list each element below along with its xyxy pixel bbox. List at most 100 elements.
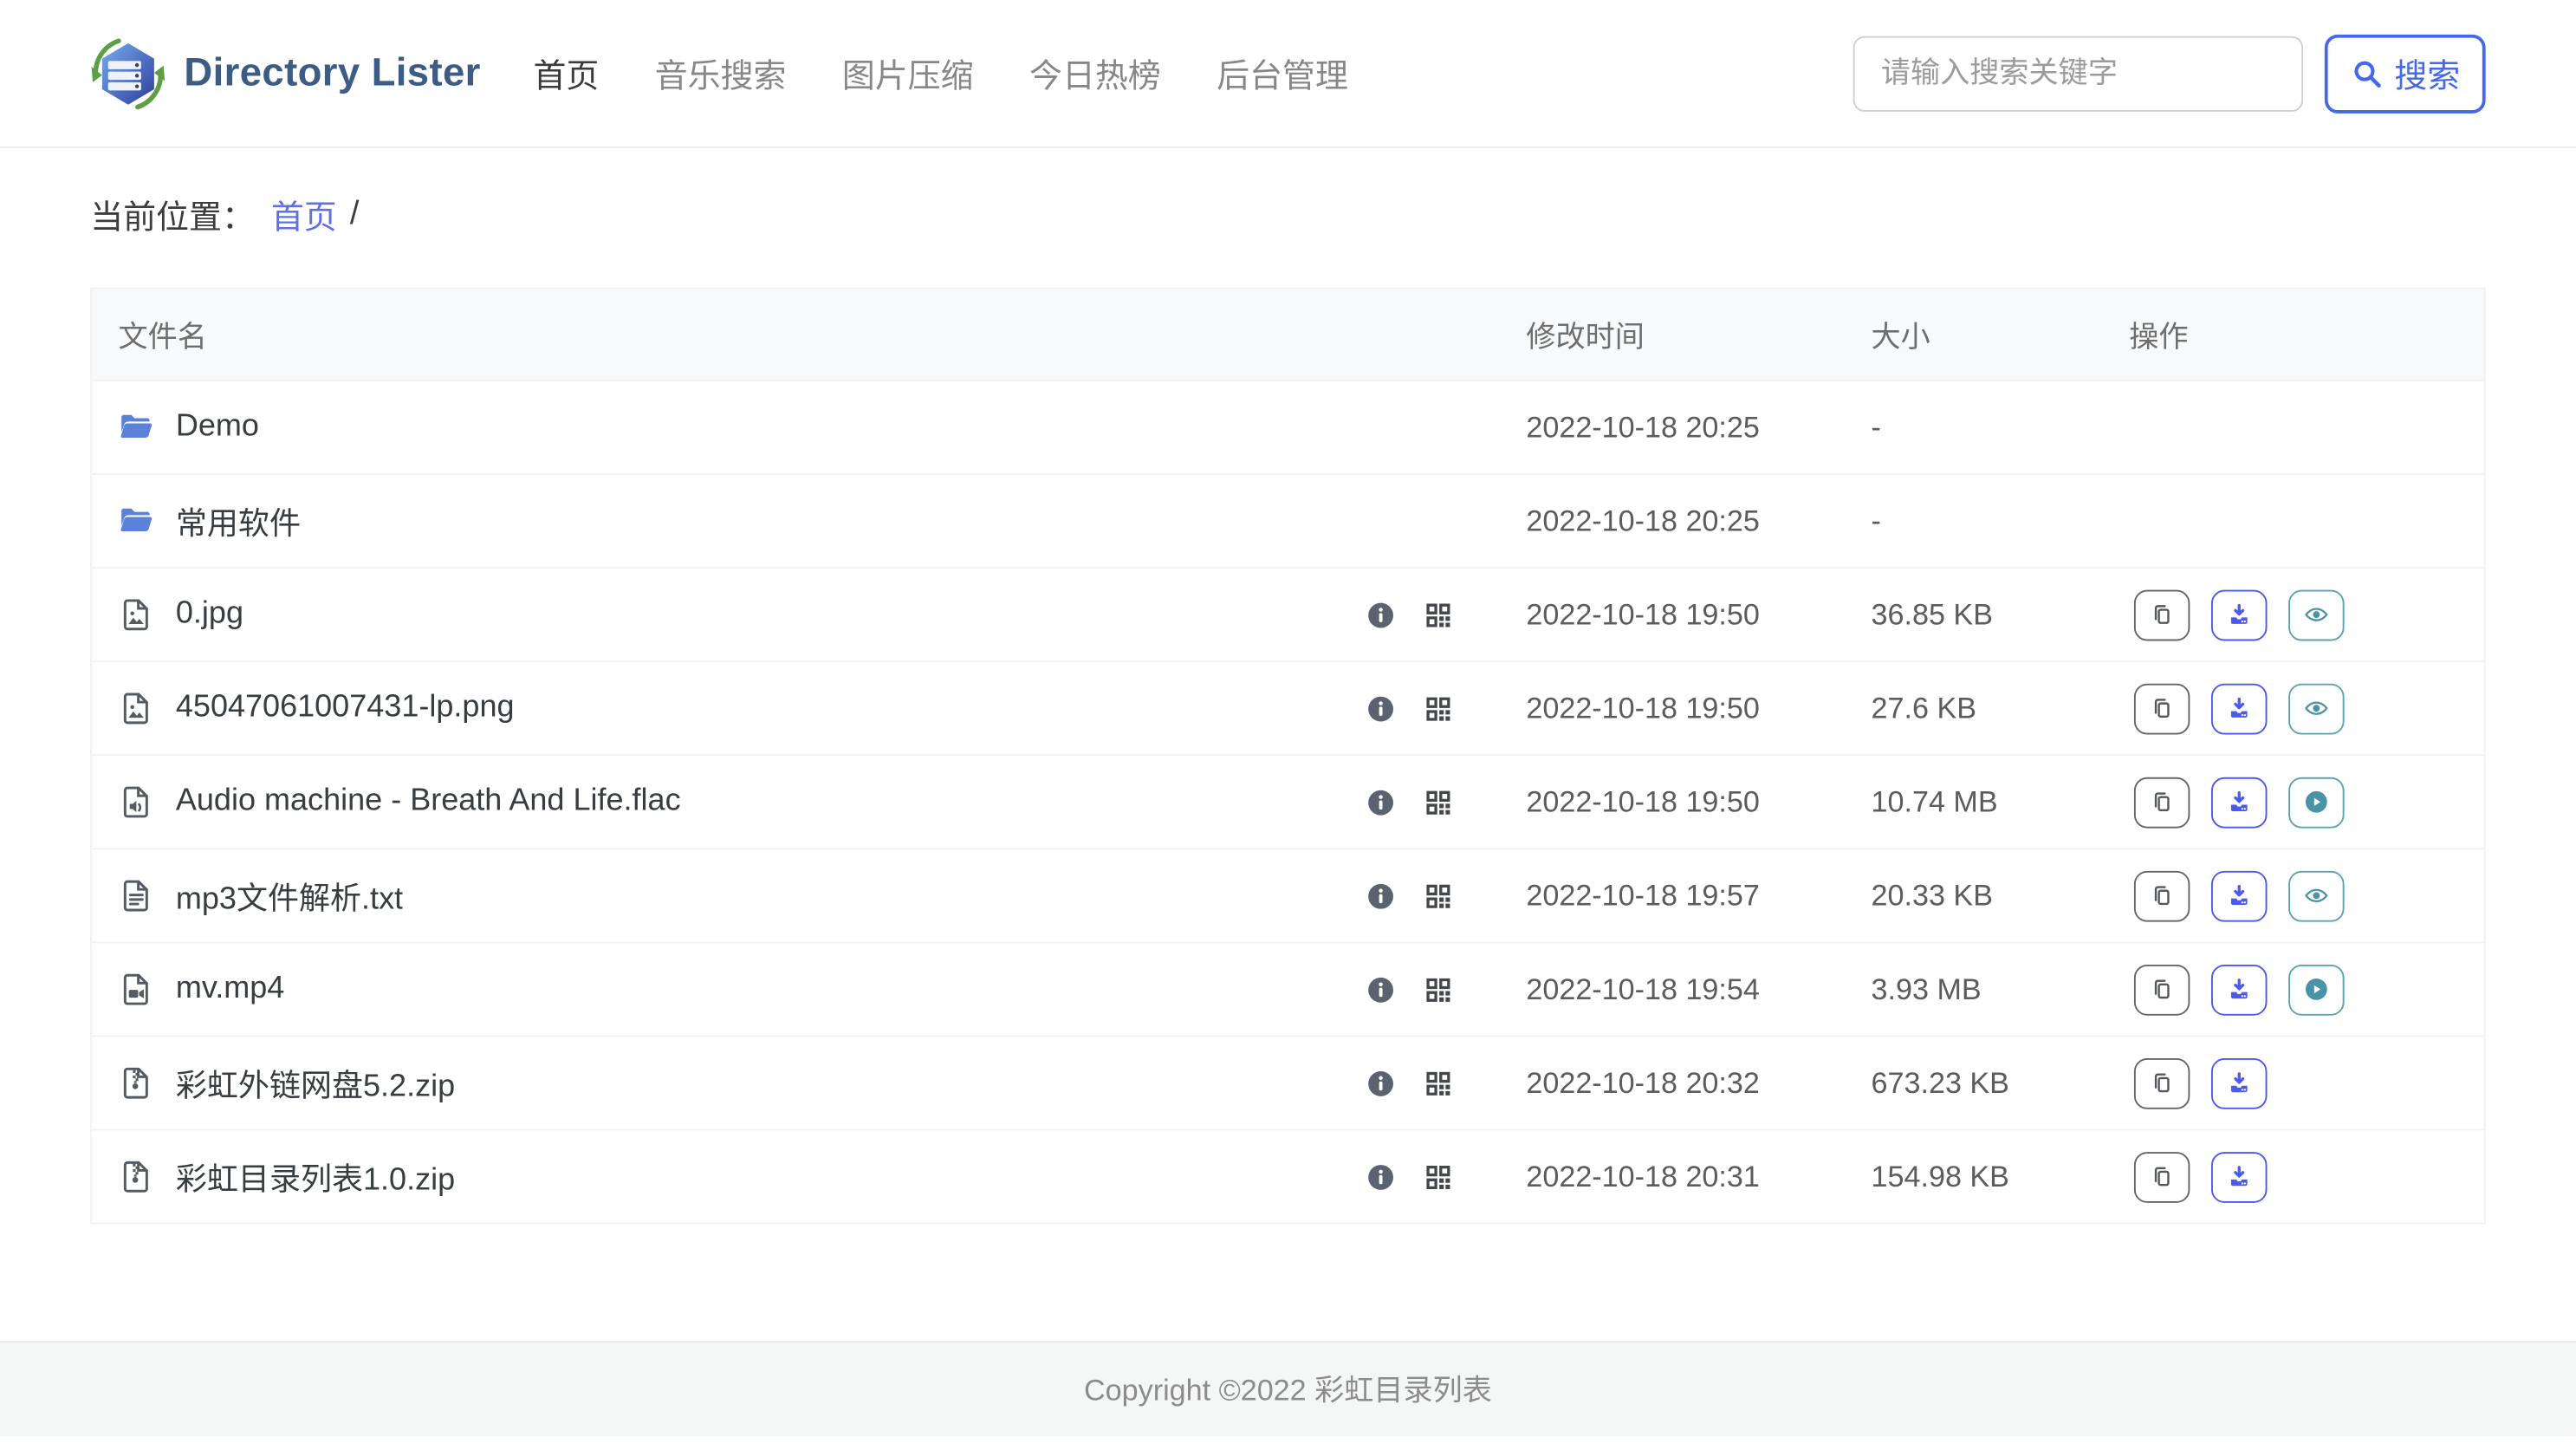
copy-link-button[interactable] <box>2133 776 2190 828</box>
file-size: 36.85 KB <box>1871 597 1993 631</box>
nav-item-3[interactable]: 图片压缩 <box>842 49 974 97</box>
table-row: mp3文件解析.txt 2022-10-18 19:57 20.33 KB <box>92 848 2484 942</box>
file-size: 27.6 KB <box>1871 691 1976 725</box>
qrcode-icon[interactable] <box>1423 973 1454 1005</box>
file-actions <box>2129 1151 2484 1202</box>
search-icon <box>2350 56 2383 89</box>
preview-button[interactable] <box>2288 869 2345 921</box>
breadcrumb-home-link[interactable]: 首页 <box>271 191 337 238</box>
copyright-text: Copyright ©2022 彩虹目录列表 <box>1084 1374 1492 1407</box>
download-button[interactable] <box>2211 776 2268 828</box>
table-row: Audio machine - Breath And Life.flac 202… <box>92 754 2484 849</box>
search-input[interactable] <box>1853 35 2304 111</box>
file-name-cell: 45047061007431-lp.png <box>92 690 1526 726</box>
nav-item-1[interactable]: 首页 <box>533 49 599 97</box>
file-name-link[interactable]: 彩虹目录列表1.0.zip <box>176 1154 455 1199</box>
info-icon[interactable] <box>1366 599 1397 630</box>
play-button[interactable] <box>2288 776 2345 828</box>
nav-item-5[interactable]: 后台管理 <box>1217 49 1348 97</box>
info-icon[interactable] <box>1366 1161 1397 1193</box>
file-name-cell: 常用软件 <box>92 498 1526 543</box>
qrcode-icon[interactable] <box>1423 1067 1454 1098</box>
audio-file-icon <box>119 784 155 820</box>
download-button[interactable] <box>2211 682 2268 734</box>
file-modified-time: 2022-10-18 20:32 <box>1526 1065 1760 1099</box>
preview-button[interactable] <box>2288 588 2345 640</box>
page-footer: Copyright ©2022 彩虹目录列表 <box>0 1340 2576 1436</box>
file-meta-icons <box>1366 1161 1527 1193</box>
file-name-link[interactable]: 常用软件 <box>176 498 301 543</box>
column-header-actions: 操作 <box>2129 319 2189 353</box>
file-size: - <box>1871 410 1881 443</box>
info-icon[interactable] <box>1366 880 1397 911</box>
logo-icon <box>91 37 165 109</box>
qrcode-icon[interactable] <box>1423 599 1454 630</box>
main-content: 当前位置： 首页 / 文件名 修改时间 大小 操作 Demo 2022-10-1… <box>0 148 2576 1341</box>
zip-file-icon <box>119 1159 155 1195</box>
copy-link-button[interactable] <box>2133 1057 2190 1109</box>
qrcode-icon[interactable] <box>1423 692 1454 724</box>
image-file-icon <box>119 690 155 726</box>
download-button[interactable] <box>2211 1057 2268 1109</box>
table-row: 常用软件 2022-10-18 20:25 - <box>92 473 2484 568</box>
site-title: Directory Lister <box>184 49 481 95</box>
file-name-link[interactable]: 45047061007431-lp.png <box>176 690 515 726</box>
qrcode-icon[interactable] <box>1423 786 1454 817</box>
column-header-size: 大小 <box>1871 319 1930 353</box>
file-name-cell: mv.mp4 <box>92 972 1526 1008</box>
file-meta-icons <box>1366 880 1527 911</box>
file-name-cell: 彩虹外链网盘5.2.zip <box>92 1061 1526 1105</box>
file-name-link[interactable]: mp3文件解析.txt <box>176 874 403 918</box>
table-row: Demo 2022-10-18 20:25 - <box>92 379 2484 474</box>
zip-file-icon <box>119 1065 155 1102</box>
file-actions <box>2129 776 2484 828</box>
top-navbar: Directory Lister 首页 音乐搜索 图片压缩 今日热榜 后台管理 搜索 <box>0 0 2576 148</box>
search-area: 搜索 <box>1853 33 2486 113</box>
file-name-cell: 0.jpg <box>92 596 1526 633</box>
file-modified-time: 2022-10-18 19:54 <box>1526 972 1760 1005</box>
copy-link-button[interactable] <box>2133 682 2190 734</box>
file-name-link[interactable]: 0.jpg <box>176 596 243 633</box>
search-button[interactable]: 搜索 <box>2324 33 2486 113</box>
file-meta-icons <box>1366 973 1527 1005</box>
nav-item-4[interactable]: 今日热榜 <box>1029 49 1161 97</box>
download-button[interactable] <box>2211 964 2268 1015</box>
preview-button[interactable] <box>2288 682 2345 734</box>
copy-link-button[interactable] <box>2133 588 2190 640</box>
file-actions <box>2129 682 2484 734</box>
brand-logo[interactable]: Directory Lister <box>90 36 481 111</box>
info-icon[interactable] <box>1366 1067 1397 1098</box>
file-name-link[interactable]: Demo <box>176 409 259 445</box>
nav-item-2[interactable]: 音乐搜索 <box>655 49 787 97</box>
file-name-link[interactable]: mv.mp4 <box>176 972 284 1008</box>
file-modified-time: 2022-10-18 19:50 <box>1526 597 1760 631</box>
breadcrumb: 当前位置： 首页 / <box>90 191 2485 238</box>
file-meta-icons <box>1366 692 1527 724</box>
column-header-filename: 文件名 <box>118 319 207 353</box>
file-meta-icons <box>1366 599 1527 630</box>
download-button[interactable] <box>2211 1151 2268 1202</box>
download-button[interactable] <box>2211 588 2268 640</box>
info-icon[interactable] <box>1366 692 1397 724</box>
copy-link-button[interactable] <box>2133 964 2190 1015</box>
table-row: mv.mp4 2022-10-18 19:54 3.93 MB <box>92 941 2484 1036</box>
breadcrumb-separator: / <box>349 195 360 232</box>
file-modified-time: 2022-10-18 19:50 <box>1526 784 1760 818</box>
download-button[interactable] <box>2211 869 2268 921</box>
file-meta-icons <box>1366 1067 1527 1098</box>
file-modified-time: 2022-10-18 19:57 <box>1526 878 1760 912</box>
file-name-link[interactable]: 彩虹外链网盘5.2.zip <box>176 1061 455 1105</box>
qrcode-icon[interactable] <box>1423 1161 1454 1193</box>
copy-link-button[interactable] <box>2133 869 2190 921</box>
file-name-link[interactable]: Audio machine - Breath And Life.flac <box>176 784 681 820</box>
file-modified-time: 2022-10-18 19:50 <box>1526 691 1760 725</box>
play-button[interactable] <box>2288 964 2345 1015</box>
info-icon[interactable] <box>1366 786 1397 817</box>
info-icon[interactable] <box>1366 973 1397 1005</box>
video-file-icon <box>119 972 155 1008</box>
file-actions <box>2129 869 2484 921</box>
file-size: 20.33 KB <box>1871 878 1993 912</box>
copy-link-button[interactable] <box>2133 1151 2190 1202</box>
file-size: 10.74 MB <box>1871 784 1998 818</box>
qrcode-icon[interactable] <box>1423 880 1454 911</box>
